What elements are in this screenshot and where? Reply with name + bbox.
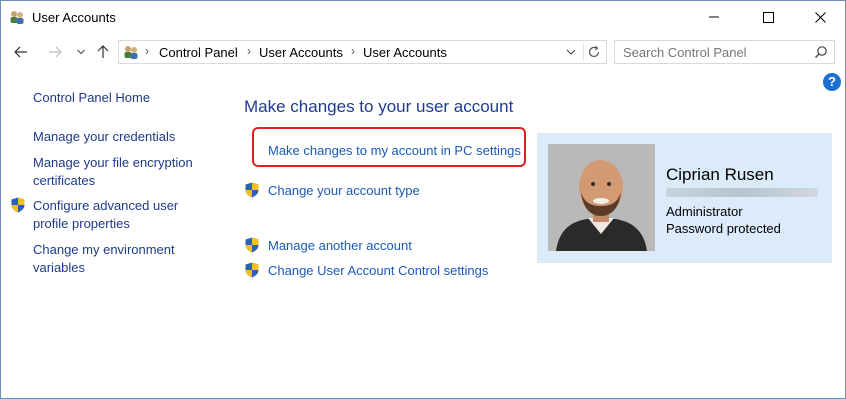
back-arrow-icon — [14, 46, 27, 58]
address-dropdown-button[interactable] — [564, 45, 578, 59]
minimize-icon — [709, 16, 719, 18]
breadcrumb-user-accounts[interactable]: User Accounts — [259, 45, 343, 60]
blurred-email — [666, 188, 818, 197]
breadcrumb-separator-icon[interactable]: › — [145, 44, 149, 58]
breadcrumb-control-panel[interactable]: Control Panel — [159, 45, 238, 60]
chevron-down-icon — [77, 49, 85, 55]
breadcrumb-separator-icon[interactable]: › — [351, 44, 355, 58]
user-name: Ciprian Rusen — [666, 165, 774, 184]
up-arrow-icon — [97, 45, 109, 58]
maximize-button[interactable] — [745, 1, 791, 33]
control-panel-home-link[interactable]: Control Panel Home — [33, 89, 150, 107]
user-card: Ciprian Rusen Administrator Password pro… — [537, 133, 832, 263]
breadcrumb-user-accounts-current[interactable]: User Accounts — [363, 45, 447, 60]
avatar — [548, 144, 655, 251]
help-button[interactable]: ? — [823, 73, 841, 91]
search-icon[interactable] — [814, 45, 828, 64]
change-account-type-link[interactable]: Change your account type — [268, 183, 420, 198]
uac-shield-icon — [244, 182, 260, 198]
close-button[interactable] — [797, 1, 843, 33]
uac-shield-icon — [244, 237, 260, 253]
sidebar-item-manage-credentials[interactable]: Manage your credentials — [33, 128, 213, 146]
refresh-button[interactable] — [583, 43, 604, 61]
chevron-down-icon — [566, 49, 576, 55]
forward-button[interactable] — [45, 41, 65, 63]
maximize-icon — [762, 11, 774, 23]
search-placeholder: Search Control Panel — [623, 45, 747, 60]
uac-shield-icon — [10, 197, 26, 213]
pc-settings-link[interactable]: Make changes to my account in PC setting… — [268, 143, 521, 158]
uac-settings-link[interactable]: Change User Account Control settings — [268, 263, 488, 278]
manage-another-account-link[interactable]: Manage another account — [268, 238, 412, 253]
title-bar: User Accounts — [1, 1, 845, 33]
sidebar-item-advanced-profile[interactable]: Configure advanced user profile properti… — [33, 197, 203, 233]
sidebar-item-file-encryption[interactable]: Manage your file encryption certificates — [33, 154, 213, 190]
forward-arrow-icon — [49, 46, 62, 58]
refresh-icon — [588, 45, 600, 58]
up-button[interactable] — [95, 41, 111, 63]
close-icon — [814, 11, 826, 23]
search-input[interactable]: Search Control Panel — [614, 40, 835, 64]
uac-shield-icon — [244, 262, 260, 278]
recent-locations-button[interactable] — [74, 41, 88, 63]
breadcrumb-separator-icon[interactable]: › — [247, 44, 251, 58]
minimize-button[interactable] — [691, 1, 737, 33]
page-title: Make changes to your user account — [244, 97, 514, 116]
window-title: User Accounts — [32, 10, 116, 25]
back-button[interactable] — [11, 41, 31, 63]
user-role: Administrator — [666, 204, 743, 219]
password-status: Password protected — [666, 221, 781, 236]
user-accounts-icon — [9, 9, 25, 25]
address-bar[interactable]: › Control Panel › User Accounts › User A… — [118, 40, 607, 64]
user-accounts-icon — [123, 44, 139, 60]
user-accounts-window: User Accounts › Control Panel › User Acc… — [0, 0, 846, 399]
sidebar-item-environment-variables[interactable]: Change my environment variables — [33, 241, 203, 277]
